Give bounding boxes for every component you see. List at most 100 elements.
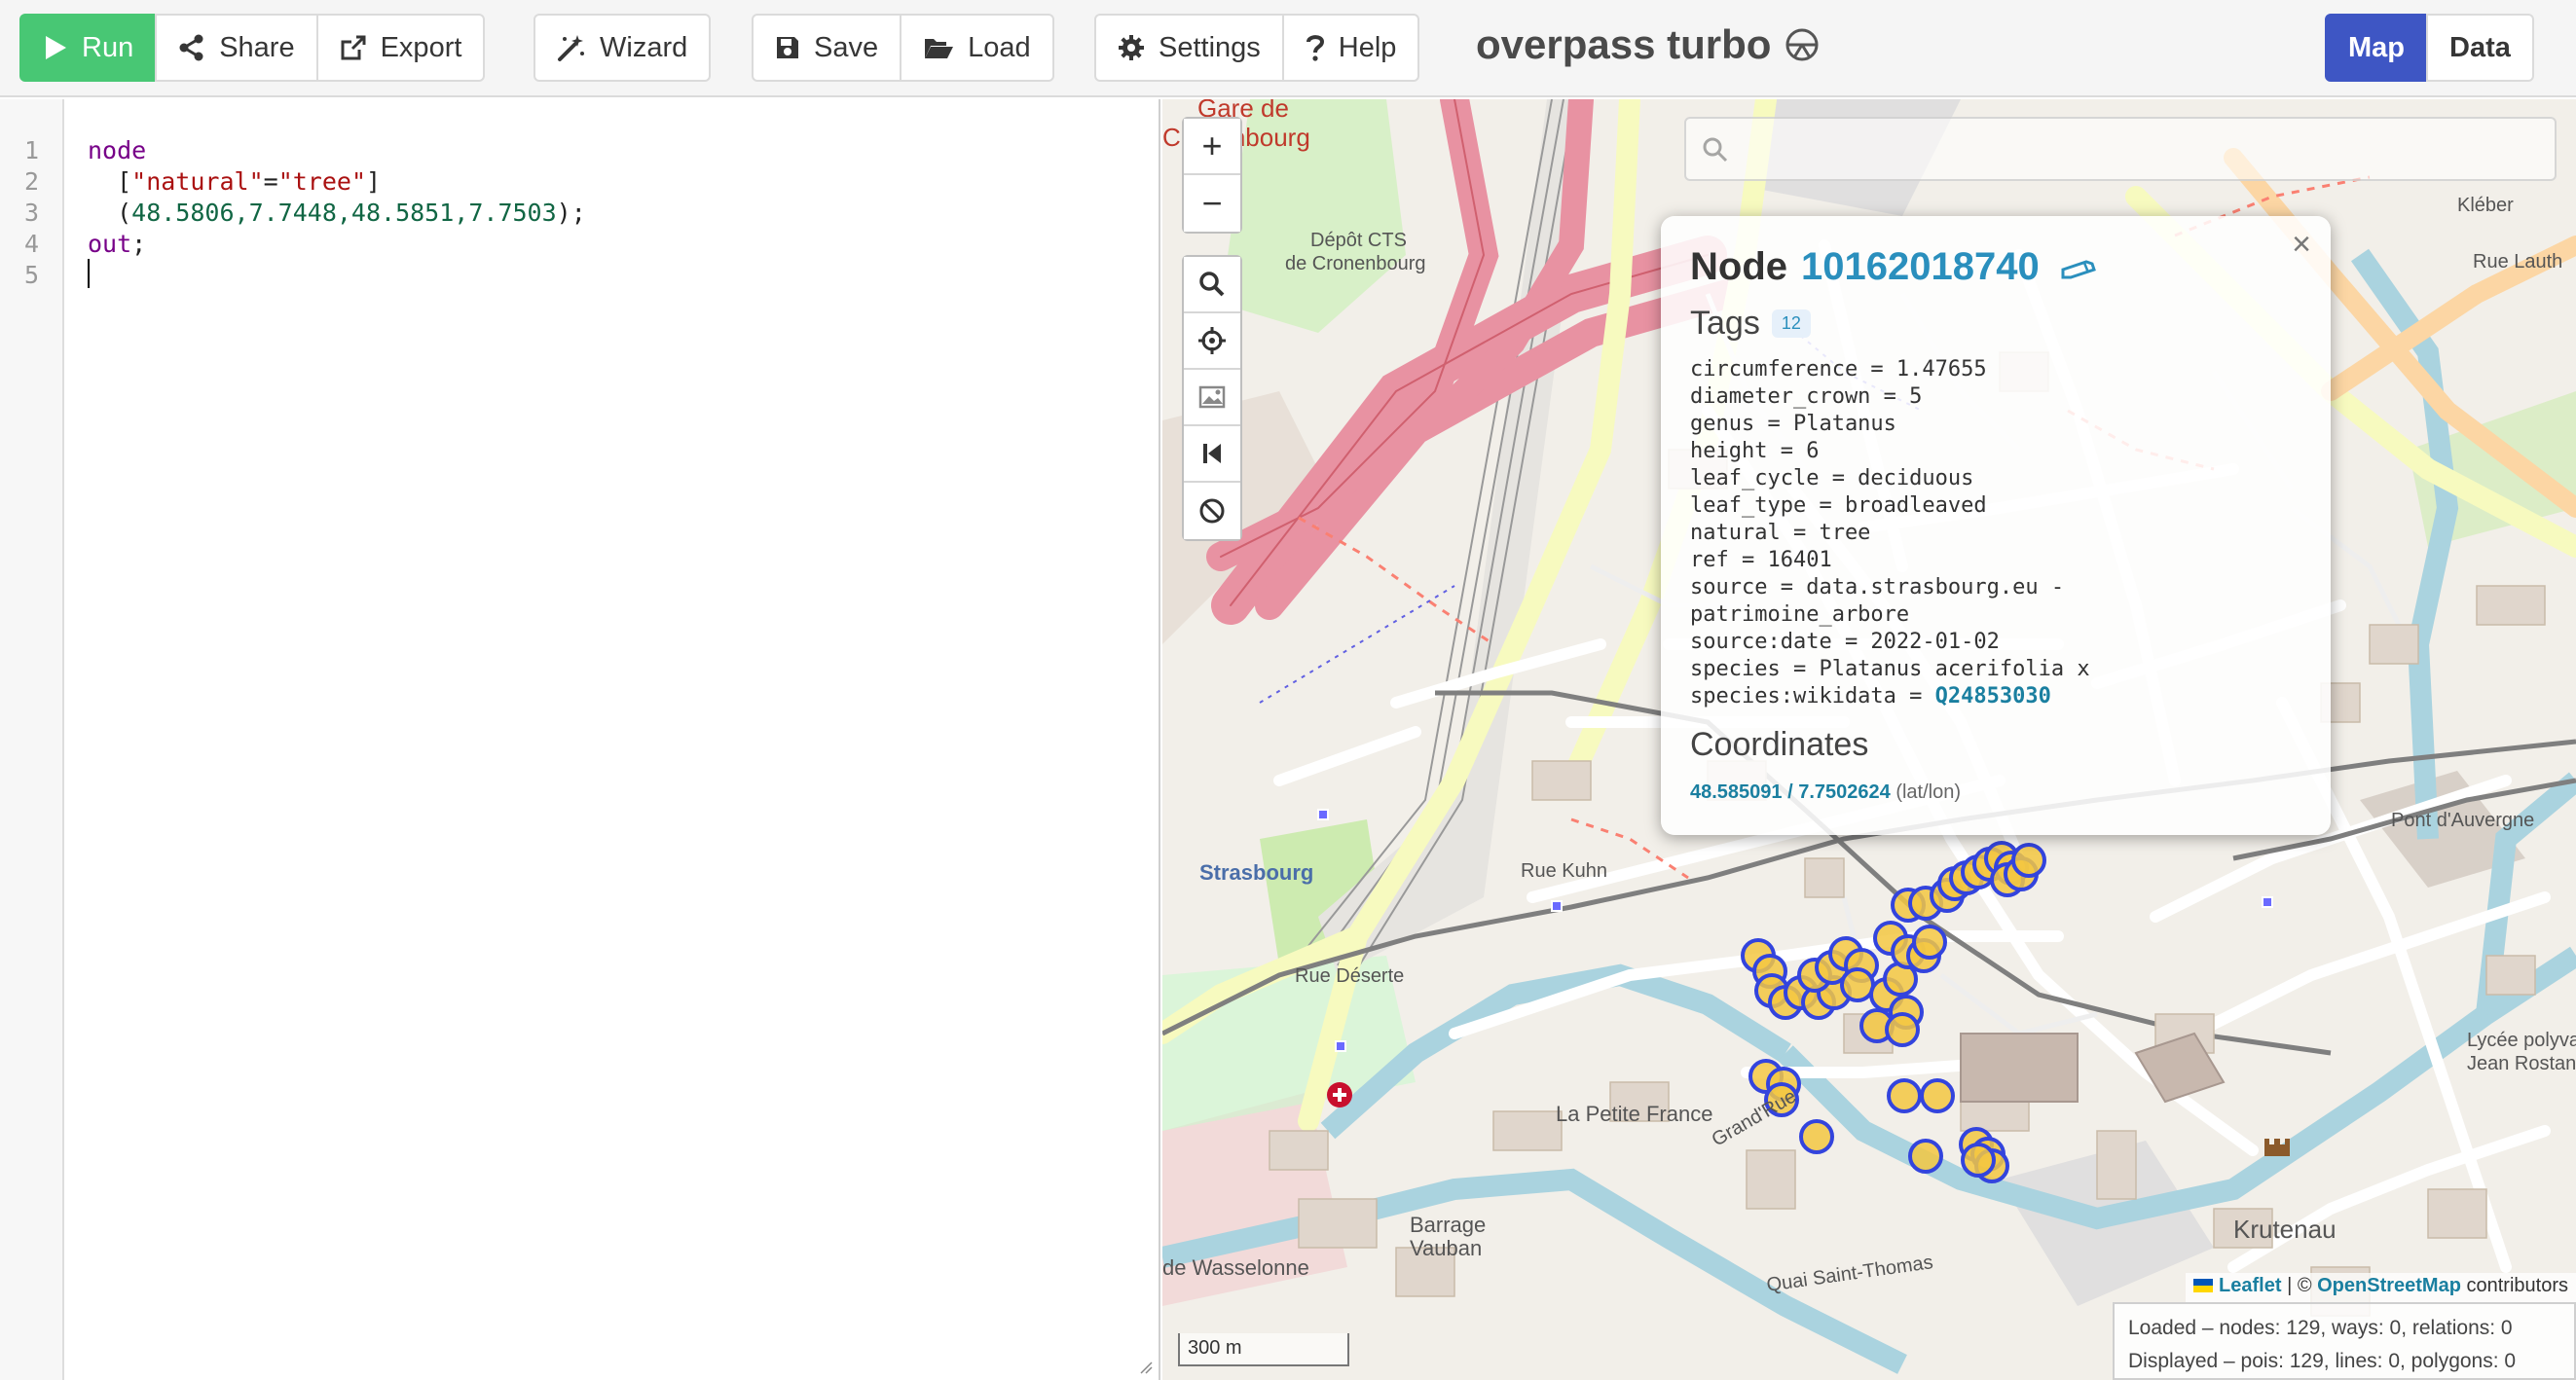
code-string: "tree" bbox=[277, 167, 366, 196]
code-keyword: node bbox=[88, 136, 147, 164]
leaflet-link[interactable]: Leaflet bbox=[2219, 1275, 2281, 1296]
data-stats: Loaded – nodes: 129, ways: 0, relations:… bbox=[2113, 1302, 2576, 1380]
scale-bar: 300 m bbox=[1178, 1333, 1349, 1366]
code-token: = bbox=[263, 167, 278, 196]
attribution-separator: | © bbox=[2281, 1275, 2318, 1296]
node-id-link[interactable]: 10162018740 bbox=[1801, 245, 2040, 289]
tag-row: circumference = 1.47655 bbox=[1690, 357, 1987, 381]
popup-close-button[interactable]: × bbox=[2292, 226, 2311, 264]
stats-displayed: Displayed – pois: 129, lines: 0, polygon… bbox=[2128, 1350, 2517, 1372]
skip-back-icon bbox=[1203, 444, 1221, 463]
toggle-data-button[interactable] bbox=[1184, 426, 1240, 483]
coordinates-heading: Coordinates bbox=[1690, 726, 1869, 763]
tag-row: leaf_cycle = deciduous bbox=[1690, 466, 1974, 490]
crosshair-icon bbox=[1198, 327, 1226, 354]
tag-row: genus = Platanus bbox=[1690, 412, 1896, 436]
locate-button[interactable] bbox=[1184, 313, 1240, 370]
code-line-3: (48.5806,7.7448,48.5851,7.7503); bbox=[88, 199, 586, 227]
toolbar: Run Share Export Wizard Save Load Settin… bbox=[0, 0, 2576, 97]
ban-icon bbox=[1199, 498, 1225, 524]
settings-help-group: Settings Help bbox=[1094, 14, 1420, 82]
gear-icon bbox=[1119, 35, 1144, 60]
export-image-button[interactable] bbox=[1184, 370, 1240, 426]
code-token: [ bbox=[88, 167, 132, 196]
clear-data-button[interactable] bbox=[1184, 483, 1240, 539]
map-search-input[interactable] bbox=[1686, 119, 2555, 179]
attribution-contributors: contributors bbox=[2460, 1275, 2568, 1296]
resize-handle-icon[interactable] bbox=[1139, 1361, 1153, 1374]
text-cursor bbox=[88, 259, 90, 288]
zoom-to-data-button[interactable] bbox=[1184, 257, 1240, 313]
tab-map[interactable]: Map bbox=[2325, 14, 2428, 82]
map-label: de Wasselonne bbox=[1162, 1255, 1309, 1280]
code-token: ; bbox=[131, 230, 147, 258]
share-button-label: Share bbox=[219, 31, 295, 63]
code-token: ( bbox=[88, 199, 132, 227]
tab-data[interactable]: Data bbox=[2426, 14, 2534, 82]
tag-row: source:date = 2022-01-02 bbox=[1690, 630, 2000, 654]
zoom-out-button[interactable]: − bbox=[1184, 175, 1240, 232]
stats-loaded: Loaded – nodes: 129, ways: 0, relations:… bbox=[2128, 1317, 2513, 1339]
image-icon bbox=[1198, 385, 1226, 409]
ukraine-flag-icon bbox=[2193, 1279, 2214, 1292]
map-label: Strasbourg bbox=[1199, 860, 1314, 885]
help-button[interactable]: Help bbox=[1281, 14, 1420, 82]
line-number-gutter: 1 2 3 4 5 bbox=[0, 99, 64, 1380]
tags-heading: Tags 12 bbox=[1690, 305, 2301, 343]
export-icon bbox=[341, 35, 366, 60]
map-attribution: Leaflet | © OpenStreetMap contributors bbox=[2186, 1273, 2576, 1302]
map-view[interactable]: Gare de Cronenbourg Dépôt CTS de Cronenb… bbox=[1162, 99, 2576, 1380]
tags-heading-label: Tags bbox=[1690, 305, 1760, 342]
map-label: de Cronenbourg bbox=[1285, 253, 1426, 274]
load-button-label: Load bbox=[968, 31, 1031, 63]
zoom-control: + − bbox=[1182, 117, 1242, 234]
save-button-label: Save bbox=[814, 31, 879, 63]
coordinates-link[interactable]: 48.585091 / 7.7502624 bbox=[1690, 781, 1891, 803]
osm-link[interactable]: OpenStreetMap bbox=[2317, 1275, 2461, 1296]
line-number: 5 bbox=[23, 261, 39, 289]
line-number: 2 bbox=[23, 167, 39, 196]
settings-button[interactable]: Settings bbox=[1094, 14, 1284, 82]
pencil-edit-icon[interactable] bbox=[2059, 256, 2098, 279]
map-label: Lycée polyvale bbox=[2467, 1030, 2576, 1051]
code-line-2: ["natural"="tree"] bbox=[88, 167, 381, 196]
tag-row: height = 6 bbox=[1690, 439, 1820, 463]
zoom-in-button[interactable]: + bbox=[1184, 119, 1240, 175]
coordinates: 48.585091 / 7.7502624 (lat/lon) bbox=[1690, 781, 2301, 804]
popup-heading: Node 10162018740 bbox=[1690, 245, 2301, 289]
save-button[interactable]: Save bbox=[752, 14, 902, 82]
tag-row: diameter_crown = 5 bbox=[1690, 384, 1923, 409]
tag-row: leaf_type = broadleaved bbox=[1690, 493, 1987, 518]
code-line-1: node bbox=[88, 136, 146, 164]
floppy-disk-icon bbox=[777, 37, 798, 58]
tag-row: patrimoine_arbore bbox=[1690, 602, 1910, 627]
folder-open-icon bbox=[925, 39, 954, 58]
load-button[interactable]: Load bbox=[900, 14, 1054, 82]
tab-data-label: Data bbox=[2449, 31, 2511, 63]
map-label: Barrage bbox=[1410, 1213, 1487, 1237]
question-mark-icon bbox=[1306, 35, 1324, 61]
wikidata-key: species:wikidata = bbox=[1690, 684, 1935, 708]
app-title: overpass turbo bbox=[1476, 21, 1820, 68]
run-button[interactable]: Run bbox=[19, 14, 158, 82]
overpass-logo-icon bbox=[1785, 28, 1819, 61]
tag-row: ref = 16401 bbox=[1690, 548, 1832, 572]
wikidata-link[interactable]: Q24853030 bbox=[1935, 684, 2051, 708]
wizard-button[interactable]: Wizard bbox=[534, 14, 712, 82]
query-editor[interactable]: 1 2 3 4 5 node ["natural"="tree"] (48.58… bbox=[0, 99, 1160, 1380]
export-button[interactable]: Export bbox=[315, 14, 486, 82]
tag-row-wikidata: species:wikidata = Q24853030 bbox=[1690, 683, 2301, 710]
settings-button-label: Settings bbox=[1159, 31, 1261, 63]
line-number: 4 bbox=[23, 230, 39, 258]
export-button-label: Export bbox=[380, 31, 462, 63]
play-icon bbox=[46, 36, 66, 59]
tab-map-label: Map bbox=[2348, 31, 2405, 63]
map-label: Rue Déserte bbox=[1295, 965, 1405, 987]
map-tools-control bbox=[1182, 255, 1242, 541]
code-number: 48.5806,7.7448,48.5851,7.7503 bbox=[131, 199, 557, 227]
share-button[interactable]: Share bbox=[155, 14, 318, 82]
wizard-button-label: Wizard bbox=[600, 31, 688, 63]
line-number: 1 bbox=[23, 136, 39, 164]
magnifier-icon bbox=[1199, 272, 1225, 297]
map-label: Jean Rostand bbox=[2467, 1053, 2576, 1074]
